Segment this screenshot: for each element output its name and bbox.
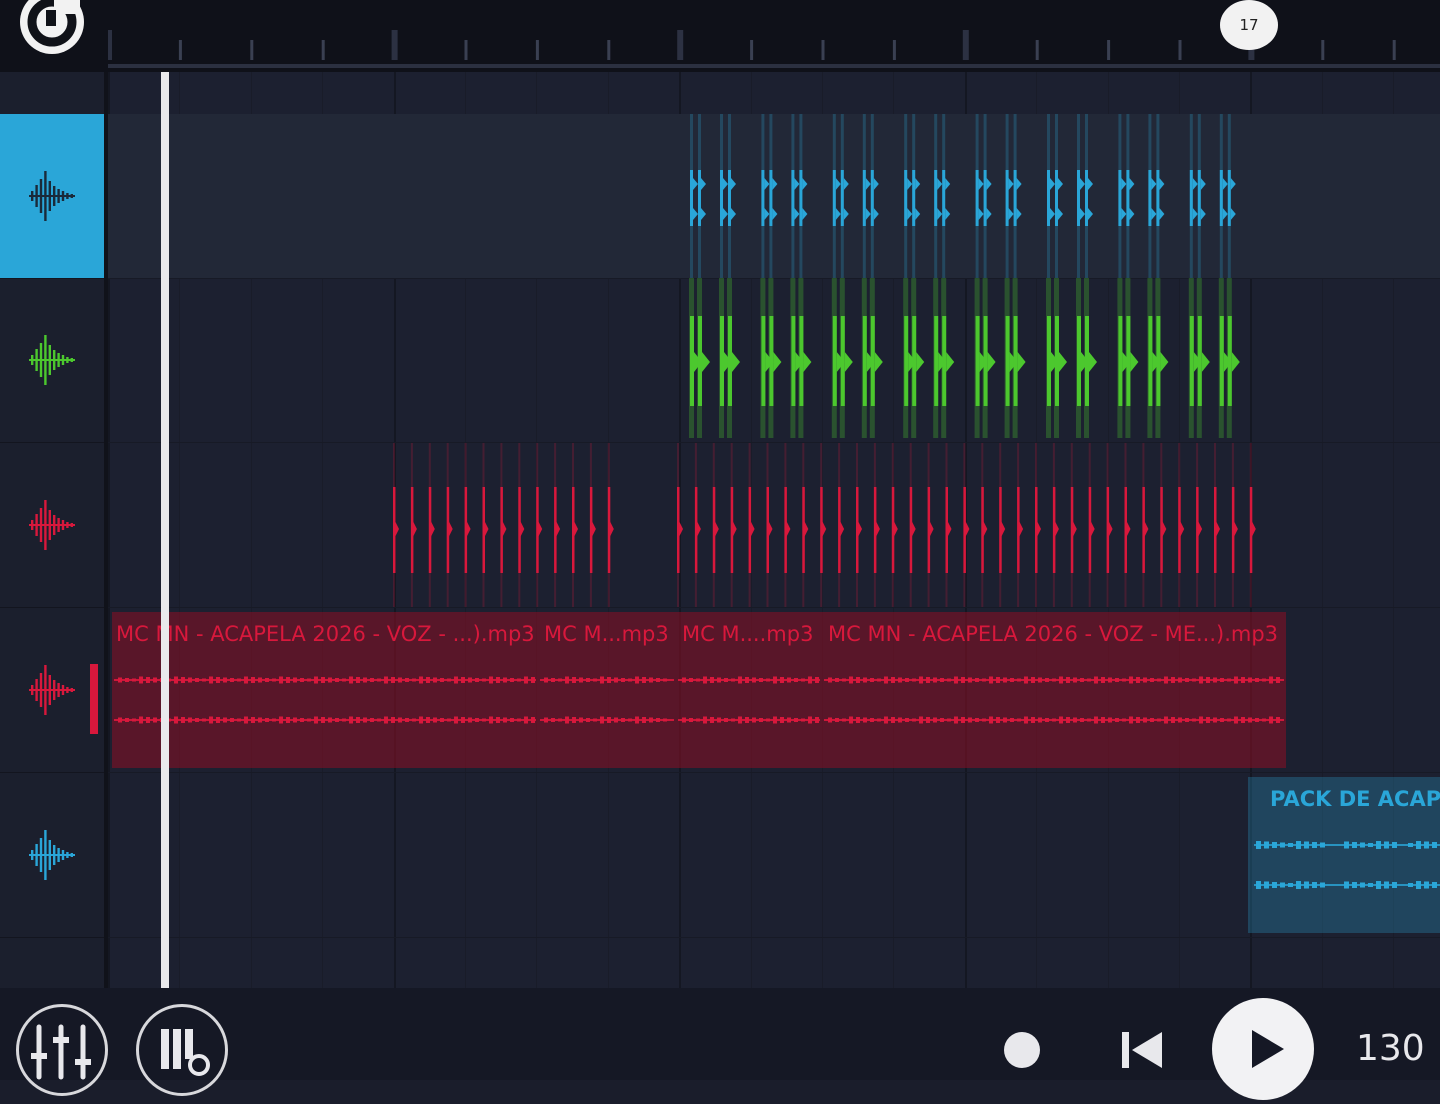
piano-settings-icon — [161, 1029, 210, 1076]
play-button[interactable] — [1212, 998, 1314, 1100]
clip-red-pattern-1[interactable] — [390, 443, 616, 607]
top-bar: 17 — [0, 0, 1440, 72]
clip-acapella-4[interactable]: MC MN - ACAPELA 2026 - VOZ - ME...).mp3 — [822, 612, 1286, 768]
track-header-3[interactable] — [0, 443, 104, 608]
instrument-settings-button[interactable] — [136, 1004, 228, 1096]
lane-5[interactable]: PACK DE ACAPEL — [108, 773, 1440, 938]
skip-to-start-icon — [1122, 1032, 1162, 1068]
lane-4[interactable]: MC MN - ACAPELA 2026 - VOZ - ...).mp3 MC… — [108, 608, 1440, 773]
clip-acapella-2[interactable]: MC M...mp3 — [538, 612, 676, 768]
clip-label: MC M...mp3 — [544, 622, 669, 646]
playhead[interactable] — [161, 72, 169, 988]
track-header-4[interactable] — [0, 608, 104, 773]
clip-label: MC M....mp3 — [682, 622, 814, 646]
mixer-button[interactable] — [16, 1004, 108, 1096]
waveform-icon — [29, 830, 75, 880]
clip-blue-pattern[interactable] — [680, 114, 1250, 278]
arrangement-view[interactable]: MC MN - ACAPELA 2026 - VOZ - ...).mp3 MC… — [108, 72, 1440, 988]
rewind-button[interactable] — [1118, 1028, 1166, 1072]
app-logo-icon[interactable] — [16, 0, 88, 58]
tempo-display[interactable]: 130 — [1356, 1028, 1425, 1069]
clip-acapella-3[interactable]: MC M....mp3 — [676, 612, 822, 768]
clip-label: PACK DE ACAPEL — [1270, 787, 1440, 811]
waveform-icon — [29, 665, 75, 715]
play-icon — [1252, 1030, 1284, 1068]
transport-bar — [0, 988, 1440, 1100]
track-header-2[interactable] — [0, 278, 104, 443]
track-header-1[interactable] — [0, 114, 104, 279]
clip-pack-acapella[interactable]: PACK DE ACAPEL — [1248, 777, 1440, 933]
mixer-icon — [31, 1024, 91, 1080]
clip-acapella-1[interactable]: MC MN - ACAPELA 2026 - VOZ - ...).mp3 — [112, 612, 538, 768]
clip-label: MC MN - ACAPELA 2026 - VOZ - ...).mp3 — [116, 622, 535, 646]
waveform-icon — [29, 171, 75, 221]
track-level-meter — [90, 664, 98, 734]
clip-red-pattern-2[interactable] — [674, 443, 1256, 607]
bar-marker[interactable]: 17 — [1220, 0, 1278, 50]
clip-label: MC MN - ACAPELA 2026 - VOZ - ME...).mp3 — [828, 622, 1279, 646]
waveform-icon — [29, 500, 75, 550]
lane-1[interactable] — [108, 114, 1440, 279]
track-headers — [0, 72, 108, 988]
lane-3[interactable] — [108, 443, 1440, 608]
record-button[interactable] — [1004, 1032, 1040, 1068]
waveform-icon — [29, 335, 75, 385]
lane-2[interactable] — [108, 278, 1440, 443]
clip-green-pattern[interactable] — [680, 278, 1250, 442]
track-header-5[interactable] — [0, 773, 104, 938]
